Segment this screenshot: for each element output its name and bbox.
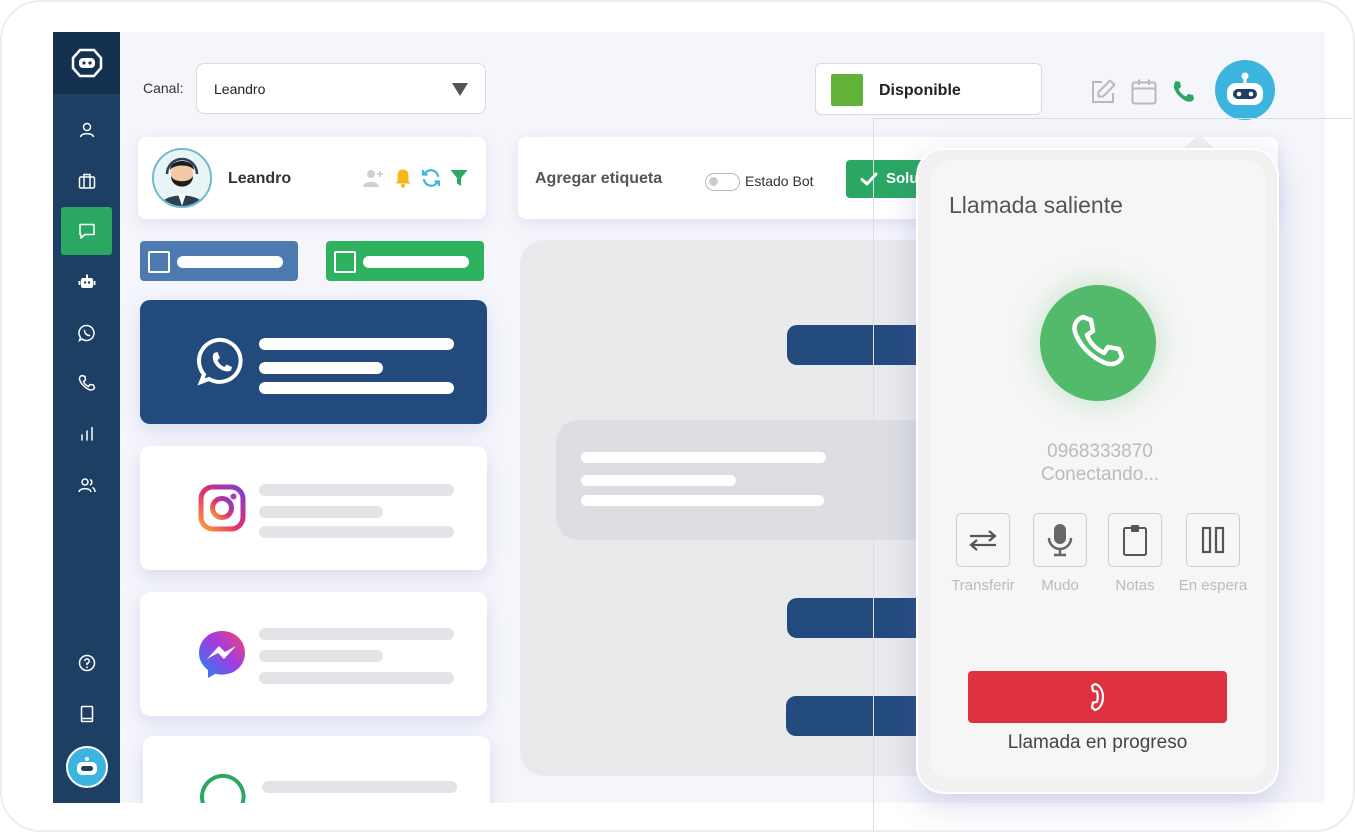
chat-icon <box>78 223 95 239</box>
agent-card: Leandro <box>138 137 486 219</box>
transfer-button[interactable] <box>956 513 1010 567</box>
notes-label: Notas <box>1115 577 1155 594</box>
placeholder-line <box>581 452 826 463</box>
call-progress-label: Llamada en progreso <box>1007 732 1188 753</box>
add-tag-button[interactable]: Agregar etiqueta <box>535 170 662 188</box>
add-user-icon[interactable] <box>362 167 384 189</box>
placeholder-line <box>262 781 457 793</box>
sidebar-item-chat[interactable] <box>61 207 112 255</box>
whatsapp-icon <box>77 324 95 343</box>
calendar-icon[interactable] <box>1129 77 1159 107</box>
bot-state-toggle[interactable] <box>705 173 740 191</box>
placeholder-line <box>259 362 383 374</box>
agent-avatar-icon <box>154 150 210 206</box>
notes-button[interactable] <box>1108 513 1162 567</box>
placeholder-line <box>581 475 736 486</box>
filter-placeholder-bar <box>363 256 469 268</box>
briefcase-icon <box>78 173 95 189</box>
placeholder-line <box>259 484 454 496</box>
agent-name: Leandro <box>228 170 292 187</box>
conversation-card-whatsapp-2[interactable] <box>143 736 490 803</box>
sidebar-item-help[interactable] <box>61 639 112 687</box>
checkbox-icon <box>148 251 170 273</box>
placeholder-line <box>259 672 454 684</box>
agent-status-select[interactable]: Disponible <box>815 63 1042 115</box>
placeholder-line <box>259 526 454 538</box>
phone-icon[interactable] <box>1169 77 1199 107</box>
placeholder-line <box>259 506 383 518</box>
placeholder-line <box>259 650 383 662</box>
sidebar-item-briefcase[interactable] <box>61 157 112 205</box>
call-number: 0968333870 <box>1047 441 1153 462</box>
whatsapp-icon <box>200 773 246 803</box>
bot-avatar-button[interactable] <box>1215 60 1275 120</box>
agent-avatar <box>152 148 212 208</box>
chevron-down-icon <box>452 83 468 96</box>
users-icon <box>77 478 96 493</box>
user-bot-avatar[interactable] <box>66 746 108 788</box>
sidebar-item-user[interactable] <box>61 106 112 154</box>
messenger-icon <box>199 631 245 678</box>
filter-checkbox-green[interactable] <box>326 241 484 281</box>
phone-icon <box>78 374 95 391</box>
call-title: Llamada saliente <box>949 192 1123 218</box>
bot-logo-icon <box>71 48 102 78</box>
status-label: Disponible <box>879 82 961 99</box>
refresh-icon[interactable] <box>420 167 442 189</box>
sidebar-item-whatsapp[interactable] <box>61 309 112 357</box>
hold-button[interactable] <box>1186 513 1240 567</box>
robot-icon <box>78 274 95 288</box>
phone-icon <box>1072 314 1125 367</box>
sidebar-item-docs[interactable] <box>61 690 112 738</box>
canal-label: Canal: <box>143 80 184 96</box>
whatsapp-icon <box>197 337 243 386</box>
placeholder-line <box>259 338 454 350</box>
edit-icon[interactable] <box>1088 77 1118 107</box>
call-status-circle <box>1040 285 1156 401</box>
sidebar <box>53 32 120 803</box>
book-icon <box>80 705 93 723</box>
conversation-card-messenger[interactable] <box>140 592 487 716</box>
placeholder-line <box>259 382 454 394</box>
conversation-card-whatsapp[interactable] <box>140 300 487 424</box>
placeholder-line <box>259 628 454 640</box>
hangup-button[interactable] <box>968 671 1227 723</box>
notes-icon <box>1123 525 1147 556</box>
bar-chart-icon <box>80 426 93 441</box>
mic-icon <box>1047 524 1073 557</box>
call-state: Conectando... <box>1040 464 1160 485</box>
transfer-icon <box>969 530 997 551</box>
pause-icon <box>1201 526 1225 554</box>
sidebar-item-reports[interactable] <box>61 410 112 458</box>
user-icon <box>79 122 94 138</box>
mute-button[interactable] <box>1033 513 1087 567</box>
robot-avatar-icon <box>1227 72 1263 105</box>
conversation-card-instagram[interactable] <box>140 446 487 570</box>
bell-icon[interactable] <box>392 167 414 189</box>
phone-hangup-icon <box>1090 682 1104 712</box>
canal-select-value: Leandro <box>214 81 266 97</box>
instagram-icon <box>198 484 246 532</box>
sidebar-item-users[interactable] <box>61 461 112 509</box>
bot-state-label: Estado Bot <box>745 173 814 189</box>
app-logo[interactable] <box>53 32 120 94</box>
filter-placeholder-bar <box>177 256 283 268</box>
help-icon <box>78 654 95 672</box>
placeholder-line <box>581 495 824 506</box>
sidebar-item-robot[interactable] <box>61 258 112 306</box>
checkbox-icon <box>334 251 356 273</box>
sidebar-item-phone[interactable] <box>61 359 112 407</box>
hold-label: En espera <box>1178 577 1248 594</box>
filter-icon[interactable] <box>448 167 470 189</box>
canal-select[interactable]: Leandro <box>196 63 486 114</box>
status-color-swatch <box>831 74 863 106</box>
filter-checkbox-blue[interactable] <box>140 241 298 281</box>
robot-avatar-icon <box>77 757 97 775</box>
